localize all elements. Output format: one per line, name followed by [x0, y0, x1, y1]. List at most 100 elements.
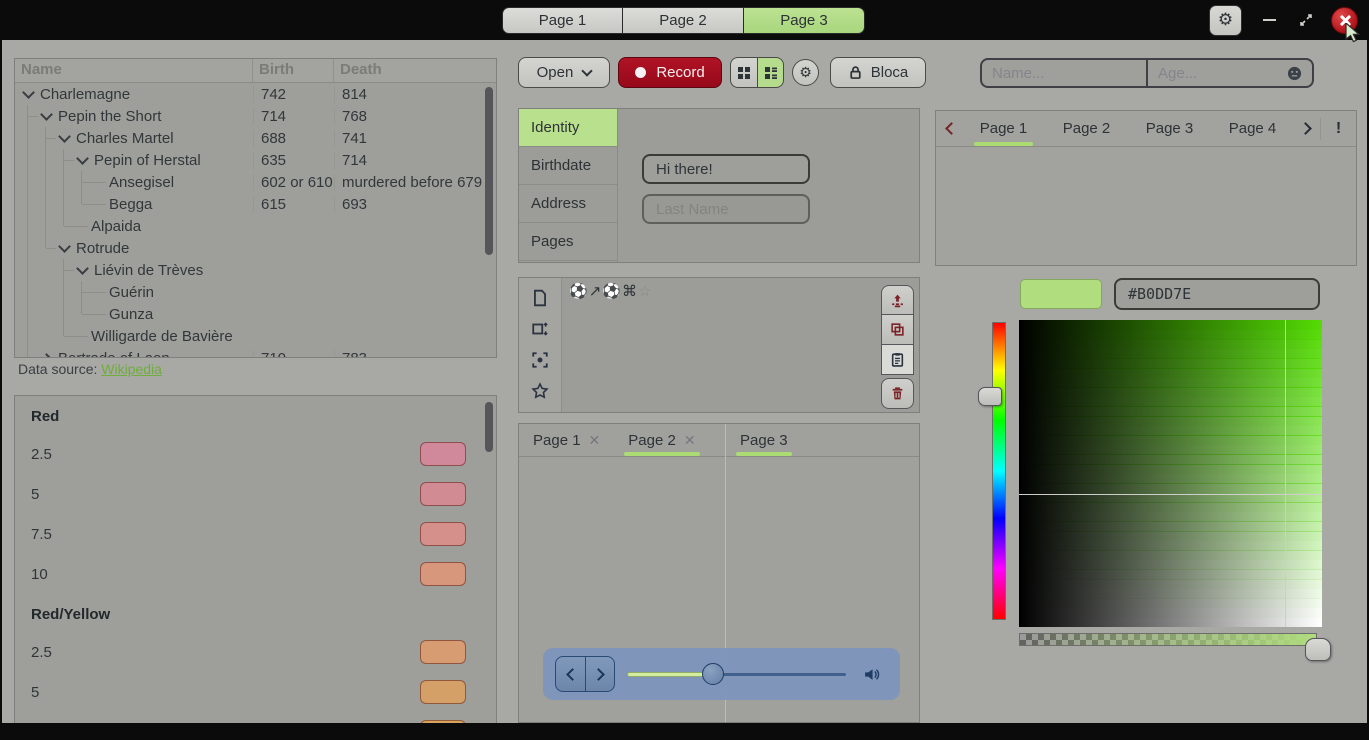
tabs-scroll-left-button[interactable] — [936, 111, 962, 147]
paste-button[interactable] — [881, 345, 914, 375]
hue-slider[interactable] — [992, 322, 1006, 620]
sidebar-item-birthdate[interactable]: Birthdate — [519, 147, 617, 185]
tree-scrollbar[interactable] — [485, 87, 493, 255]
titlebar-tab-page-2[interactable]: Page 2 — [623, 7, 744, 34]
maximize-button[interactable] — [1298, 12, 1314, 28]
tab-page-3[interactable]: Page 3 — [1128, 111, 1211, 147]
titlebar-tab-page-1[interactable]: Page 1 — [502, 7, 623, 34]
forward-button[interactable] — [585, 656, 615, 692]
star-icon[interactable] — [531, 382, 549, 400]
copy-button[interactable] — [881, 315, 914, 345]
expander-open-icon[interactable] — [76, 262, 89, 275]
grid-view-button[interactable] — [730, 57, 757, 88]
middle-notebook: Page 1✕Page 2✕ Page 3 — [518, 423, 920, 723]
table-row[interactable]: Liévin de Trèves — [15, 259, 496, 281]
table-row[interactable]: Rotrude — [15, 237, 496, 259]
name-input[interactable]: Name... — [980, 58, 1147, 88]
alpha-slider[interactable] — [1019, 633, 1317, 646]
table-row[interactable]: Alpaida — [15, 215, 496, 237]
tree-guide — [19, 171, 37, 193]
list-item[interactable]: 10 — [15, 554, 496, 594]
list-item[interactable]: 5 — [15, 672, 496, 712]
table-row[interactable]: Ansegisel602 or 610murdered before 679 — [15, 171, 496, 193]
column-header-name[interactable]: Name — [15, 59, 253, 82]
upload-button[interactable] — [881, 285, 914, 315]
delete-button[interactable] — [881, 378, 914, 409]
tree-name-cell: Rotrude — [15, 237, 253, 259]
tab-page-2[interactable]: Page 2 — [1045, 111, 1128, 147]
slider-empty-track[interactable] — [713, 673, 846, 676]
chevron-left-icon — [566, 668, 579, 681]
age-input[interactable]: Age... — [1147, 58, 1314, 88]
titlebar-menu-button[interactable]: ⚙ — [1209, 5, 1242, 36]
resize-object-icon[interactable] — [531, 320, 549, 338]
tree-guide — [37, 259, 55, 281]
expander-open-icon[interactable] — [58, 130, 71, 143]
list-view-button[interactable] — [757, 57, 784, 88]
expander-closed-icon[interactable] — [40, 353, 53, 358]
column-header-birth[interactable]: Birth — [253, 59, 334, 82]
saturation-value-square[interactable] — [1019, 320, 1322, 627]
tree-guide — [19, 193, 37, 215]
table-row[interactable]: Charlemagne742814 — [15, 83, 496, 105]
tabs-overflow-button[interactable]: ! — [1320, 118, 1356, 140]
color-swatch[interactable] — [1020, 279, 1102, 309]
tree-name-cell: Guérin — [15, 281, 253, 303]
center-focus-icon[interactable] — [531, 351, 549, 369]
list-item[interactable]: 5 — [15, 474, 496, 514]
last-name-entry[interactable]: Last Name — [642, 194, 810, 224]
expander-open-icon[interactable] — [40, 108, 53, 121]
list-item[interactable]: 2.5 — [15, 632, 496, 672]
expander-open-icon[interactable] — [58, 240, 71, 253]
tab-page-1[interactable]: Page 1 — [962, 111, 1045, 147]
hue-slider-handle[interactable] — [978, 387, 1002, 406]
open-button[interactable]: Open — [518, 57, 610, 88]
first-name-entry[interactable]: Hi there! — [642, 154, 810, 184]
settings-button[interactable]: ⚙ — [792, 59, 819, 86]
slider-thumb[interactable] — [702, 663, 724, 685]
tree-guide — [19, 325, 37, 347]
column-header-death[interactable]: Death — [334, 59, 496, 82]
wikipedia-link[interactable]: Wikipedia — [101, 361, 162, 377]
list-item[interactable]: 2.5 — [15, 434, 496, 474]
back-button[interactable] — [555, 656, 585, 692]
tab-close-icon[interactable]: ✕ — [684, 432, 696, 449]
table-row[interactable]: Gunza — [15, 303, 496, 325]
lock-button[interactable]: Bloca — [830, 57, 926, 88]
tabs-scroll-right-button[interactable] — [1294, 111, 1320, 147]
sidebar-item-identity[interactable]: Identity — [519, 109, 617, 147]
list-item[interactable]: 7.5 — [15, 712, 496, 723]
tree-guide — [91, 171, 109, 193]
tab-page-1[interactable]: Page 1✕ — [519, 424, 614, 457]
tab-page-4[interactable]: Page 4 — [1211, 111, 1294, 147]
table-row[interactable]: Begga615693 — [15, 193, 496, 215]
palette-scrollbar[interactable] — [485, 402, 493, 452]
text-content[interactable]: ⚽↗⚽⌘☆ — [569, 282, 651, 300]
volume-button[interactable] — [863, 666, 880, 683]
table-row[interactable]: Pepin the Short714768 — [15, 105, 496, 127]
alpha-slider-handle[interactable] — [1305, 638, 1331, 661]
expander-open-icon[interactable] — [76, 152, 89, 165]
emoji-icon[interactable] — [1286, 65, 1303, 82]
table-row[interactable]: Willigarde de Bavière — [15, 325, 496, 347]
list-item[interactable]: 7.5 — [15, 514, 496, 554]
new-document-icon[interactable] — [531, 289, 549, 307]
slider-filled-track[interactable] — [627, 672, 713, 677]
titlebar-tab-page-3[interactable]: Page 3 — [744, 7, 865, 34]
person-name: Willigarde de Bavière — [91, 328, 233, 345]
tab-page-3[interactable]: Page 3 — [726, 424, 802, 457]
hex-color-entry[interactable]: #B0DD7E — [1114, 278, 1320, 310]
sidebar-item-pages[interactable]: Pages — [519, 223, 617, 261]
table-row[interactable]: Bertrade of Laon710783 — [15, 347, 496, 358]
tree-guide — [37, 215, 55, 237]
minimize-button[interactable] — [1263, 19, 1276, 21]
table-row[interactable]: Guérin — [15, 281, 496, 303]
tab-close-icon[interactable]: ✕ — [589, 432, 601, 449]
table-row[interactable]: Pepin of Herstal635714 — [15, 149, 496, 171]
record-button[interactable]: Record — [618, 57, 722, 88]
tree-guide — [37, 193, 55, 215]
expander-open-icon[interactable] — [22, 86, 35, 99]
sidebar-item-address[interactable]: Address — [519, 185, 617, 223]
table-row[interactable]: Charles Martel688741 — [15, 127, 496, 149]
tab-page-2[interactable]: Page 2✕ — [614, 424, 709, 457]
